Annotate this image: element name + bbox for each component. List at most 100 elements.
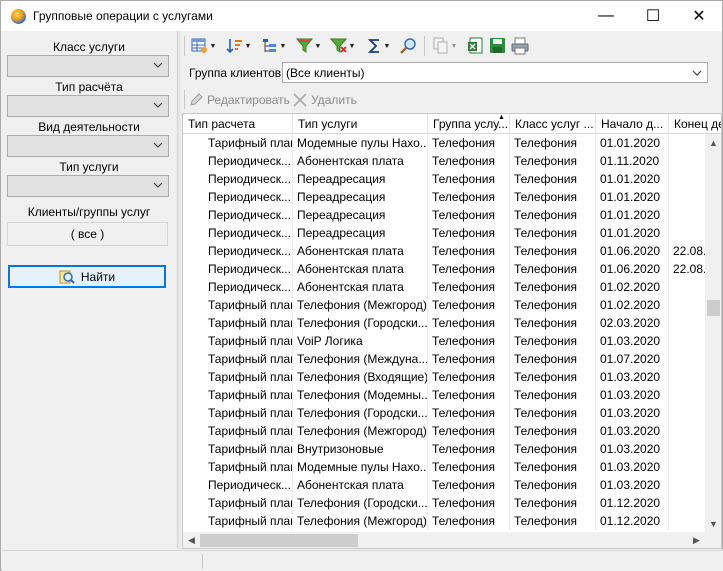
table-cell: Периодическ...: [183, 242, 293, 260]
search-button[interactable]: [400, 36, 418, 56]
group-tree-button[interactable]: ▼: [261, 36, 287, 56]
table-cell: Периодическ...: [183, 188, 293, 206]
clients-selector[interactable]: ( все ): [7, 222, 168, 246]
export-excel-button[interactable]: [467, 36, 485, 56]
print-button[interactable]: [511, 36, 529, 56]
table-row[interactable]: Периодическ... Абонентская плата Телефония…: [183, 278, 705, 296]
table-cell: Тарифный план: [183, 494, 293, 512]
service-type-combo[interactable]: [7, 175, 169, 197]
activity-combo[interactable]: [7, 135, 169, 157]
scroll-left-icon[interactable]: ◀: [183, 532, 200, 548]
chevron-down-icon: [692, 70, 702, 76]
column-header[interactable]: Начало д...: [596, 114, 669, 134]
table-row[interactable]: Периодическ... Абонентская плата Телефония…: [183, 476, 705, 494]
table-cell: Телефония: [510, 152, 596, 170]
delete-button[interactable]: Удалить: [292, 90, 357, 109]
table-cell: Периодическ...: [183, 260, 293, 278]
table-cell: Телефония: [510, 332, 596, 350]
horizontal-scroll-thumb[interactable]: [200, 534, 358, 547]
table-row[interactable]: Тарифный план Модемные пулы Нахо... Телефо…: [183, 134, 705, 152]
maximize-button[interactable]: ☐: [630, 1, 676, 31]
vertical-scrollbar[interactable]: ▲ ▼: [705, 134, 721, 532]
table-cell: 01.03.2020: [596, 368, 669, 386]
save-button[interactable]: [489, 36, 507, 56]
table-row[interactable]: Периодическ... Переадресация Телефония Теле…: [183, 224, 705, 242]
table-cell: Телефония: [510, 386, 596, 404]
table-row[interactable]: Тарифный план Телефония (Межгород) Телефон…: [183, 512, 705, 530]
grid-settings-button[interactable]: ▼: [191, 36, 217, 56]
client-group-combo[interactable]: (Все клиенты): [282, 62, 708, 83]
table-cell: 02.03.2020: [596, 314, 669, 332]
column-header[interactable]: Тип расчета: [183, 114, 293, 134]
table-cell: 01.01.2020: [596, 170, 669, 188]
table-cell: Телефония: [428, 458, 510, 476]
find-button[interactable]: Найти: [8, 265, 166, 288]
column-header[interactable]: Тип услуги: [293, 114, 428, 134]
table-cell: Телефония (Входящие): [293, 368, 428, 386]
table-row[interactable]: Тарифный план Телефония (Городски... Телеф…: [183, 404, 705, 422]
table-cell: Телефония (Межгород): [293, 512, 428, 530]
vertical-scroll-thumb[interactable]: [707, 300, 720, 316]
clients-label: Клиенты/группы услуг: [27, 205, 151, 219]
table-cell: Телефония: [428, 224, 510, 242]
table-cell: Телефония: [428, 152, 510, 170]
table-cell: Абонентская плата: [293, 152, 428, 170]
horizontal-scrollbar[interactable]: ◀ ▶: [183, 532, 705, 548]
edit-button[interactable]: Редактировать: [188, 90, 290, 109]
filter-clear-button[interactable]: ▼: [330, 36, 356, 56]
table-cell: 01.01.2020: [596, 188, 669, 206]
table-row[interactable]: Тарифный план Телефония (Городски... Телеф…: [183, 494, 705, 512]
copy-button[interactable]: ▼: [432, 36, 458, 56]
service-class-combo[interactable]: [7, 55, 169, 77]
table-row[interactable]: Периодическ... Абонентская плата Телефония…: [183, 242, 706, 260]
table-row[interactable]: Тарифный план Телефония (Модемны... Телефо…: [183, 386, 705, 404]
save-icon: [490, 38, 505, 53]
table-cell: Абонентская плата: [293, 476, 428, 494]
table-row[interactable]: Периодическ... Переадресация Телефония Теле…: [183, 206, 705, 224]
table-cell: 01.03.2020: [596, 422, 669, 440]
scroll-down-icon[interactable]: ▼: [705, 515, 721, 532]
sort-ascending-icon: ▲: [498, 114, 505, 121]
table-row[interactable]: Периодическ... Переадресация Телефония Теле…: [183, 170, 705, 188]
table-cell: 01.11.2020: [596, 152, 669, 170]
table-row[interactable]: Тарифный план Телефония (Городски... Телеф…: [183, 314, 705, 332]
table-cell: 01.02.2020: [596, 296, 669, 314]
table-row[interactable]: Периодическ... Переадресация Телефония Теле…: [183, 188, 705, 206]
close-button[interactable]: ✕: [676, 1, 722, 31]
table-cell: Телефония: [510, 440, 596, 458]
sum-button[interactable]: ▼: [367, 36, 391, 56]
table-cell: 01.03.2020: [596, 404, 669, 422]
sort-button[interactable]: ▼: [226, 36, 252, 56]
table-cell: Телефония (Городски...: [293, 314, 428, 332]
table-cell: Тарифный план: [183, 404, 293, 422]
table-cell: Телефония: [510, 314, 596, 332]
sum-icon: [367, 39, 379, 53]
table-row[interactable]: Тарифный план Телефония (Входящие) Телефон…: [183, 368, 705, 386]
table-cell: Тарифный план: [183, 134, 293, 152]
sort-icon: [226, 39, 242, 54]
table-row[interactable]: Тарифный план Внутризоновые Телефония Телеф…: [183, 440, 705, 458]
client-group-value: (Все клиенты): [286, 66, 365, 80]
minimize-button[interactable]: —: [583, 1, 629, 31]
table-cell: Телефония: [428, 206, 510, 224]
table-row[interactable]: Тарифный план VoiP Логика Телефония Телефон…: [183, 332, 705, 350]
table-row[interactable]: Тарифный план Телефония (Межгород) Телефон…: [183, 296, 705, 314]
table-cell: Телефония: [428, 512, 510, 530]
column-header[interactable]: Конец де...: [669, 114, 721, 134]
filter-button[interactable]: ▼: [296, 36, 322, 56]
table-row[interactable]: Периодическ... Абонентская плата Телефония…: [183, 152, 705, 170]
scroll-right-icon[interactable]: ▶: [688, 532, 705, 548]
table-row[interactable]: Периодическ... Абонентская плата Телефония…: [183, 260, 706, 278]
table-row[interactable]: Тарифный план Модемные пулы Нахо... Телефо…: [183, 458, 705, 476]
table-row[interactable]: Тарифный план Телефония (Междуна... Телефо…: [183, 350, 705, 368]
toolbar-grip: [184, 36, 185, 56]
table-row[interactable]: Тарифный план Телефония (Межгород) Телефон…: [183, 422, 705, 440]
column-header[interactable]: Класс услуг ...: [510, 114, 596, 134]
chevron-down-icon: [153, 62, 163, 68]
table-cell: Тарифный план: [183, 440, 293, 458]
scroll-up-icon[interactable]: ▲: [705, 134, 721, 151]
table-cell: Телефония: [428, 386, 510, 404]
splitter[interactable]: [177, 31, 181, 549]
table-cell: Телефония: [510, 170, 596, 188]
calc-type-combo[interactable]: [7, 95, 169, 117]
